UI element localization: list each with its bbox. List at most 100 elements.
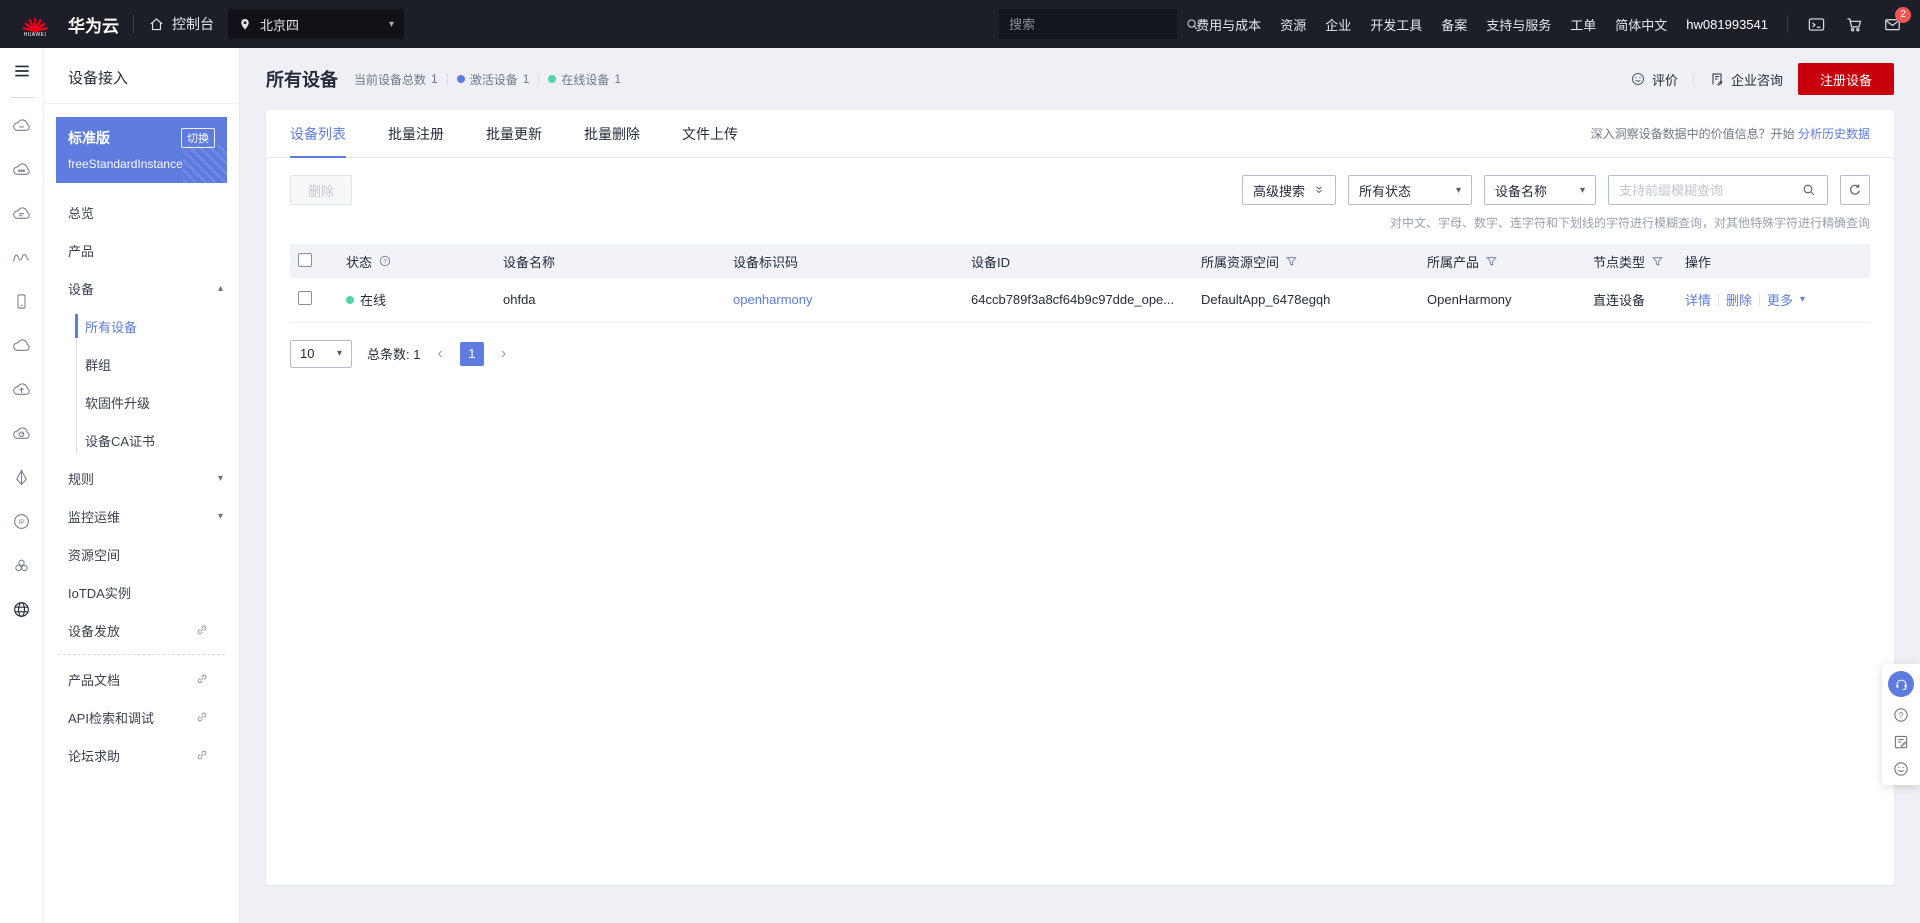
- sidebar-item-monitoring[interactable]: 监控运维 ▾: [44, 497, 239, 535]
- refresh-button[interactable]: [1840, 175, 1870, 205]
- cli-terminal-icon[interactable]: [1807, 15, 1826, 34]
- topbar-menu-devtools[interactable]: 开发工具: [1370, 15, 1422, 34]
- topbar-menu-support[interactable]: 支持与服务: [1486, 15, 1551, 34]
- sidebar-item-resource-spaces[interactable]: 资源空间: [44, 535, 239, 573]
- account-name[interactable]: hw081993541: [1686, 17, 1768, 32]
- sidebar-item-api-explorer[interactable]: API检索和调试: [44, 698, 239, 736]
- tab-device-list[interactable]: 设备列表: [290, 110, 346, 158]
- help-circle-icon[interactable]: ?: [1892, 706, 1910, 724]
- register-device-button[interactable]: 注册设备: [1797, 63, 1894, 95]
- menu-hamburger-icon[interactable]: [12, 61, 32, 86]
- chevron-down-icon: ▾: [336, 348, 342, 359]
- tab-batch-update[interactable]: 批量更新: [486, 110, 542, 157]
- delete-button[interactable]: 删除: [290, 175, 353, 205]
- cloud-server-icon[interactable]: [11, 115, 32, 141]
- device-tablet-icon[interactable]: [11, 291, 32, 317]
- device-table: 状态 ? 设备名称 设备标识码 设备ID 所属资源空间 所属产品 节点类型 操作…: [290, 244, 1870, 323]
- prism-icon[interactable]: [11, 467, 32, 493]
- search-field-select[interactable]: 设备名称 ▾: [1484, 175, 1596, 205]
- cart-icon[interactable]: [1845, 15, 1864, 34]
- action-divider: [1759, 293, 1761, 306]
- help-icon[interactable]: ?: [378, 254, 392, 268]
- topbar: HUAWEI 华为云 控制台 北京四 ▾ 搜索 费用与成本 资源 企业 开发工具…: [0, 0, 1920, 48]
- topbar-menu-cost[interactable]: 费用与成本: [1196, 15, 1261, 34]
- sidebar-item-all-devices[interactable]: 所有设备: [44, 307, 239, 345]
- ip-address-icon[interactable]: IP: [11, 511, 32, 537]
- sidebar-item-devices[interactable]: 设备 ▴: [44, 269, 239, 307]
- satisfaction-smiley-icon[interactable]: [1892, 760, 1910, 778]
- sidebar-item-iotda-instances[interactable]: IoTDA实例: [44, 573, 239, 611]
- feedback-form-icon[interactable]: [1892, 733, 1910, 751]
- sidebar-item-forum[interactable]: 论坛求助: [44, 736, 239, 774]
- cloud-sync-icon[interactable]: [11, 423, 32, 449]
- cloud-more-icon[interactable]: [11, 159, 32, 185]
- console-link[interactable]: 控制台: [148, 14, 214, 34]
- wave-icon[interactable]: [11, 247, 32, 273]
- sidebar-item-product-docs[interactable]: 产品文档: [44, 660, 239, 698]
- external-link-icon: [195, 710, 209, 724]
- topbar-menu-ticket[interactable]: 工单: [1570, 15, 1596, 34]
- current-page-button[interactable]: 1: [459, 341, 484, 366]
- cloud-list-icon[interactable]: [11, 203, 32, 229]
- next-page-button[interactable]: ›: [499, 345, 508, 363]
- status-filter-select[interactable]: 所有状态 ▾: [1348, 175, 1472, 205]
- topbar-search[interactable]: [999, 9, 1198, 39]
- advanced-search-toggle[interactable]: 高级搜索: [1242, 175, 1336, 205]
- detail-action-link[interactable]: 详情: [1685, 290, 1711, 309]
- globe-iot-icon[interactable]: [11, 599, 32, 625]
- sidebar-item-label: 产品: [68, 243, 95, 259]
- sidebar-item-firmware-upgrade[interactable]: 软固件升级: [44, 383, 239, 421]
- column-device-name: 设备名称: [503, 254, 556, 270]
- table-row[interactable]: 在线 ohfda openharmony 64ccb789f3a8cf64b9c…: [290, 278, 1870, 323]
- topbar-search-input[interactable]: [1009, 16, 1186, 32]
- huawei-logo-icon[interactable]: HUAWEI: [18, 10, 52, 38]
- node-id-link[interactable]: openharmony: [733, 292, 813, 307]
- tab-batch-delete[interactable]: 批量删除: [584, 110, 640, 157]
- prev-page-button[interactable]: ‹: [435, 345, 444, 363]
- tab-file-upload[interactable]: 文件上传: [682, 110, 738, 157]
- sidebar-item-products[interactable]: 产品: [44, 231, 239, 269]
- more-action-link[interactable]: 更多: [1767, 290, 1793, 309]
- row-checkbox[interactable]: [298, 291, 312, 306]
- action-divider: [1718, 293, 1720, 306]
- sidebar-item-device-provisioning[interactable]: 设备发放: [44, 611, 239, 649]
- instance-switch-button[interactable]: 切换: [181, 128, 215, 148]
- sidebar-item-device-ca[interactable]: 设备CA证书: [44, 421, 239, 459]
- instance-card[interactable]: 标准版 切换 freeStandardInstance: [56, 117, 227, 183]
- cloud-upload-icon[interactable]: [11, 379, 32, 405]
- advanced-search-label: 高级搜索: [1253, 183, 1306, 199]
- messages-icon[interactable]: 2: [1883, 6, 1911, 34]
- select-all-checkbox[interactable]: [298, 252, 312, 267]
- analyze-history-link[interactable]: 分析历史数据: [1798, 127, 1870, 141]
- region-selector[interactable]: 北京四 ▾: [228, 9, 404, 39]
- huawei-logo-word: HUAWEI: [23, 32, 47, 38]
- tab-batch-register[interactable]: 批量注册: [388, 110, 444, 157]
- customer-service-icon[interactable]: [1888, 671, 1914, 697]
- page-size-select[interactable]: 10 ▾: [290, 339, 352, 368]
- search-icon[interactable]: [1801, 182, 1817, 198]
- sidebar-title: 设备接入: [68, 70, 129, 87]
- chevron-down-icon: ▾: [388, 18, 394, 30]
- sidebar-item-overview[interactable]: 总览: [44, 193, 239, 231]
- cloud-icon[interactable]: [11, 335, 32, 361]
- topbar-menu-icp[interactable]: 备案: [1441, 15, 1467, 34]
- device-search-input[interactable]: [1619, 182, 1801, 198]
- delete-action-link[interactable]: 删除: [1726, 290, 1752, 309]
- filter-funnel-icon[interactable]: [1651, 255, 1664, 268]
- filter-funnel-icon[interactable]: [1285, 255, 1298, 268]
- topbar-menu-resources[interactable]: 资源: [1280, 15, 1306, 34]
- topbar-menu-language[interactable]: 简体中文: [1615, 15, 1667, 34]
- pagination: 10 ▾ 总条数: 1 ‹ 1 ›: [266, 323, 1894, 385]
- topbar-menu-enterprise[interactable]: 企业: [1325, 15, 1351, 34]
- sidebar-item-groups[interactable]: 群组: [44, 345, 239, 383]
- stat-online: 在线设备 1: [548, 71, 621, 88]
- device-search-box[interactable]: [1608, 175, 1828, 205]
- total-count-value: 1: [413, 347, 421, 362]
- chevron-down-icon: ▾: [1579, 184, 1585, 196]
- brand-name[interactable]: 华为云: [68, 12, 119, 37]
- enterprise-consult-button[interactable]: 企业咨询: [1709, 70, 1783, 89]
- feedback-button[interactable]: 评价: [1630, 70, 1678, 89]
- cluster-group-icon[interactable]: [11, 555, 32, 581]
- sidebar-item-rules[interactable]: 规则 ▾: [44, 459, 239, 497]
- filter-funnel-icon[interactable]: [1485, 255, 1498, 268]
